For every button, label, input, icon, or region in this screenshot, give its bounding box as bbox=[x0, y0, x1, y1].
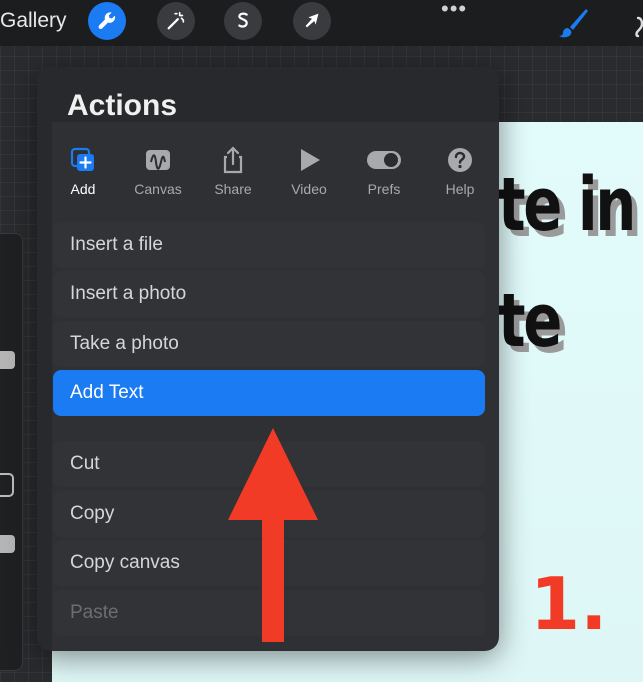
modify-button[interactable] bbox=[0, 473, 14, 497]
more-options-icon[interactable]: ••• bbox=[441, 0, 467, 20]
brush-icon[interactable] bbox=[556, 6, 590, 40]
play-icon bbox=[301, 149, 320, 171]
tab-add[interactable]: Add bbox=[45, 145, 121, 197]
tab-video-label: Video bbox=[291, 181, 327, 197]
canvas-text-line-1: te in bbox=[498, 162, 636, 248]
help-icon bbox=[448, 148, 472, 172]
opacity-slider[interactable] bbox=[0, 535, 15, 553]
annotation-arrow-icon bbox=[228, 428, 318, 642]
tab-canvas-label: Canvas bbox=[134, 181, 182, 197]
tab-canvas[interactable]: Canvas bbox=[120, 145, 196, 197]
top-toolbar: Gallery ••• bbox=[0, 0, 643, 46]
selection-s-icon bbox=[238, 12, 248, 28]
tab-help-label: Help bbox=[445, 181, 475, 197]
actions-tabs: Add Canvas Share Video Prefs Help bbox=[37, 145, 499, 205]
selection-tool-button[interactable] bbox=[224, 2, 262, 40]
brush-size-slider[interactable] bbox=[0, 351, 15, 369]
panel-title: Actions bbox=[67, 89, 178, 122]
transform-tool-button[interactable] bbox=[293, 2, 331, 40]
canvas-wave-icon bbox=[146, 150, 170, 170]
magic-wand-icon bbox=[167, 11, 185, 30]
add-text-item[interactable]: Add Text bbox=[53, 370, 485, 416]
toggle-icon bbox=[367, 151, 401, 169]
adjustments-tool-button[interactable] bbox=[157, 2, 195, 40]
canvas-step-number: 1. bbox=[530, 562, 608, 646]
insert-file-item[interactable]: Insert a file bbox=[53, 222, 485, 268]
take-photo-item[interactable]: Take a photo bbox=[53, 321, 485, 367]
sidebar-panel bbox=[0, 233, 23, 671]
smudge-icon[interactable] bbox=[632, 16, 643, 38]
insert-photo-item[interactable]: Insert a photo bbox=[53, 271, 485, 317]
tab-add-label: Add bbox=[70, 181, 96, 197]
tab-share[interactable]: Share bbox=[195, 145, 271, 197]
actions-tool-button[interactable] bbox=[88, 2, 126, 40]
arrow-cursor-icon bbox=[305, 13, 319, 28]
tab-prefs[interactable]: Prefs bbox=[346, 145, 422, 197]
add-square-icon bbox=[70, 147, 94, 171]
gallery-button[interactable]: Gallery bbox=[0, 9, 67, 33]
wrench-icon bbox=[98, 12, 116, 29]
tab-help[interactable]: Help bbox=[422, 145, 498, 197]
canvas-text-line-2: te bbox=[498, 278, 562, 364]
share-icon bbox=[223, 146, 243, 174]
tab-video[interactable]: Video bbox=[271, 145, 347, 197]
tab-share-label: Share bbox=[214, 181, 252, 197]
tab-prefs-label: Prefs bbox=[367, 181, 401, 197]
